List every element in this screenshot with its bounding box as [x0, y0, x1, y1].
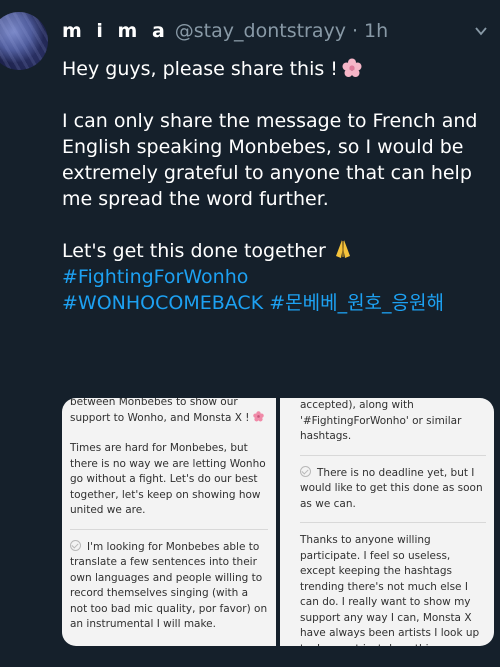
- timestamp[interactable]: 1h: [364, 20, 388, 42]
- avatar[interactable]: [0, 12, 48, 70]
- divider: [70, 528, 268, 530]
- separator-dot: ·: [352, 20, 359, 42]
- hashtag-line-1: #FightingForWonho: [62, 264, 492, 290]
- divider: [300, 522, 486, 523]
- folded-hands-icon: [335, 240, 350, 258]
- hashtag-line-2: #WONHOCOMEBACK #몬베베_원호_응원해: [62, 290, 492, 316]
- chevron-down-icon[interactable]: [474, 24, 488, 38]
- right-list-item: There is no deadline yet, but I would li…: [300, 465, 483, 510]
- intro-text: Hey guys, please share this !: [62, 58, 338, 80]
- cherry-blossom-icon: [342, 58, 362, 77]
- tweet-text: Hey guys, please share this ! I can only…: [62, 56, 492, 316]
- tweet-line-closing: Let's get this done together: [62, 238, 492, 264]
- closing-text: Let's get this done together: [62, 240, 326, 262]
- media-image-right[interactable]: accepted), along with '#FightingForWonho…: [280, 398, 494, 646]
- divider: [300, 454, 486, 456]
- user-handle[interactable]: @stay_dontstrayy: [175, 20, 346, 42]
- hashtag-wonhocomeback[interactable]: #WONHOCOMEBACK: [62, 292, 263, 314]
- left-list-item: I'm looking for Monbebes able to transla…: [70, 539, 268, 630]
- hashtag-korean[interactable]: #몬베베_원호_응원해: [269, 292, 444, 314]
- left-paragraph: Times are hard for Monbebes, but there i…: [70, 442, 266, 516]
- right-top-fragment: accepted), along with '#FightingForWonho…: [300, 399, 462, 442]
- checkmark-icon: [300, 465, 311, 477]
- tweet-line-intro: Hey guys, please share this !: [62, 56, 492, 82]
- left-panel-content: between Monbebes to show our support to …: [70, 398, 268, 633]
- right-paragraph: Thanks to anyone willing participate. I …: [300, 534, 480, 646]
- media-image-left[interactable]: between Monbebes to show our support to …: [62, 398, 276, 646]
- display-name[interactable]: m i m a: [62, 20, 169, 42]
- left-top-fragment: between Monbebes to show our support to …: [70, 398, 268, 426]
- tweet-line-para: I can only share the message to French a…: [62, 110, 478, 210]
- cherry-blossom-icon: [253, 410, 264, 421]
- media-attachment[interactable]: between Monbebes to show our support to …: [62, 398, 494, 646]
- checkmark-icon: [70, 539, 81, 551]
- tweet-header: m i m a @stay_dontstrayy · 1h: [62, 20, 388, 50]
- hashtag-fightingforwonho[interactable]: #FightingForWonho: [62, 266, 248, 288]
- right-panel-content: accepted), along with '#FightingForWonho…: [300, 398, 486, 646]
